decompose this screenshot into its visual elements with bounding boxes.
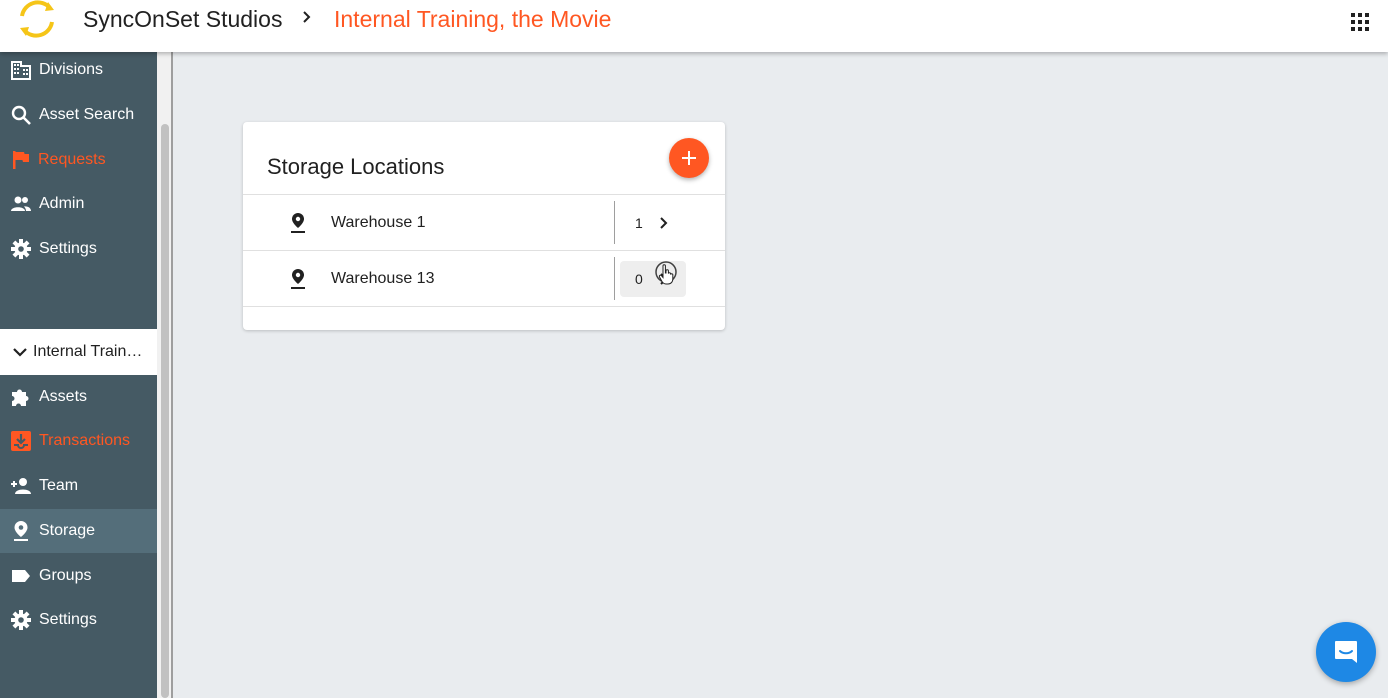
storage-locations-card: Storage Locations Warehouse 1 1 Warehous… <box>243 122 725 330</box>
add-location-button[interactable] <box>669 138 709 178</box>
sidebar-item-label: Storage <box>39 522 96 539</box>
plus-icon <box>682 151 696 165</box>
sidebar-item-team[interactable]: Team <box>0 464 157 508</box>
chat-launcher-button[interactable] <box>1316 622 1376 682</box>
pin-icon <box>14 521 28 541</box>
sidebar-item-label: Admin <box>39 195 85 212</box>
chat-icon <box>1335 641 1357 663</box>
building-icon <box>11 61 31 80</box>
puzzle-icon <box>12 389 29 406</box>
inbox-download-icon <box>11 431 31 451</box>
top-app-bar: SyncOnSet Studios Internal Training, the… <box>0 0 1388 52</box>
chevron-right-icon <box>660 217 668 229</box>
location-count: 0 <box>635 271 643 287</box>
hand-cursor-icon <box>655 261 677 285</box>
search-icon <box>11 105 31 125</box>
sidebar-item-label: Transactions <box>39 432 130 449</box>
location-row[interactable]: Warehouse 13 0 <box>243 250 725 306</box>
row-divider <box>614 257 615 300</box>
sidebar-item-label: Divisions <box>39 61 104 78</box>
sidebar-item-label: Settings <box>39 240 97 257</box>
location-row[interactable]: Warehouse 1 1 <box>243 194 725 250</box>
sidebar-item-assets[interactable]: Assets <box>0 375 157 419</box>
breadcrumb-chevron-icon <box>303 11 311 23</box>
label-tag-icon <box>12 570 30 582</box>
location-count: 1 <box>635 215 643 231</box>
chevron-down-icon <box>13 348 27 357</box>
sidebar-item-label: Asset Search <box>39 106 135 123</box>
sidebar: Divisions Asset Search Requests Admin Se… <box>0 52 157 698</box>
sidebar-item-label: Settings <box>39 611 97 628</box>
sidebar-item-admin[interactable]: Admin <box>0 182 157 226</box>
sidebar-item-label: Team <box>39 477 79 494</box>
pin-icon <box>291 269 305 289</box>
brand-title[interactable]: SyncOnSet Studios <box>83 6 282 33</box>
pin-icon <box>291 213 305 233</box>
sidebar-item-asset-search[interactable]: Asset Search <box>0 93 157 137</box>
row-divider <box>614 201 615 244</box>
gear-icon <box>11 610 31 630</box>
person-add-icon <box>11 478 31 494</box>
card-divider <box>243 306 725 307</box>
sidebar-item-settings[interactable]: Settings <box>0 227 157 271</box>
sidebar-item-divisions[interactable]: Divisions <box>0 48 157 92</box>
location-count-button[interactable]: 1 <box>620 205 686 241</box>
project-selector-label: Internal Training, the Movie <box>33 343 143 360</box>
sidebar-item-storage[interactable]: Storage <box>0 509 157 553</box>
location-name: Warehouse 1 <box>331 214 426 231</box>
sidebar-item-transactions[interactable]: Transactions <box>0 419 157 463</box>
people-icon <box>11 196 31 211</box>
breadcrumb-project[interactable]: Internal Training, the Movie <box>334 6 611 33</box>
gear-icon <box>11 239 31 259</box>
project-selector[interactable]: Internal Training, the Movie <box>0 329 157 375</box>
sidebar-item-project-settings[interactable]: Settings <box>0 598 157 642</box>
sync-logo-icon[interactable] <box>12 0 62 44</box>
sidebar-item-requests[interactable]: Requests <box>0 138 157 182</box>
card-title: Storage Locations <box>267 154 445 179</box>
sidebar-scrollbar-thumb[interactable] <box>161 124 169 698</box>
location-name: Warehouse 13 <box>331 270 435 287</box>
sidebar-item-groups[interactable]: Groups <box>0 554 157 598</box>
sidebar-item-label: Assets <box>39 388 88 405</box>
flag-icon <box>13 151 29 169</box>
apps-grid-icon[interactable] <box>1351 13 1369 31</box>
sidebar-item-label: Groups <box>39 567 92 584</box>
sidebar-item-label: Requests <box>38 151 106 168</box>
